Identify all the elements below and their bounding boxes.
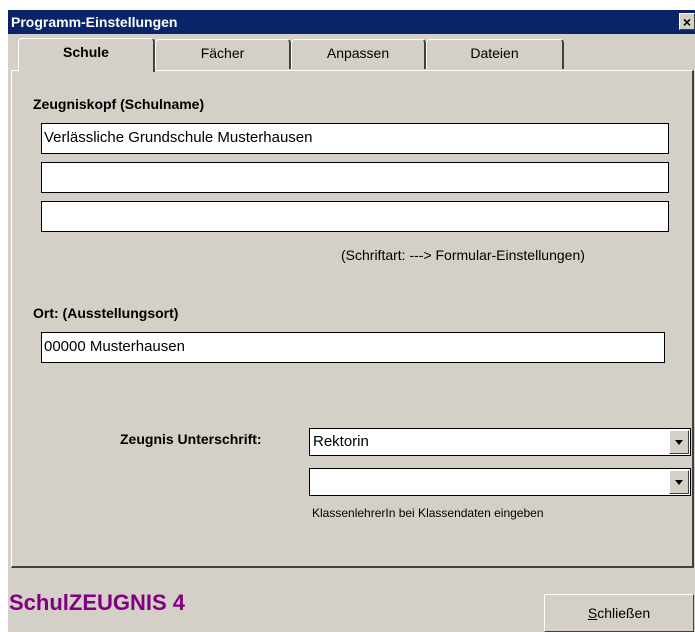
signature-hint: KlassenlehrerIn bei Klassendaten eingebe… [312, 506, 544, 520]
tab-faecher[interactable]: Fächer [155, 39, 291, 69]
signature-select-1[interactable]: Rektorin [309, 428, 691, 456]
tab-label: Schule [63, 44, 109, 60]
signature-label: Zeugnis Unterschrift: [120, 431, 262, 447]
window-title: Programm-Einstellungen [11, 14, 178, 30]
signature-select-2[interactable] [309, 468, 691, 496]
tab-label: Dateien [470, 45, 519, 61]
location-input[interactable]: 00000 Musterhausen [41, 332, 665, 363]
tab-label: Fächer [200, 45, 245, 61]
close-button-label: chließen [597, 605, 651, 621]
close-icon[interactable]: × [679, 13, 695, 30]
tab-dateien[interactable]: Dateien [426, 39, 564, 69]
school-name-line-1[interactable]: Verlässliche Grundschule Musterhausen [41, 123, 669, 154]
tab-schule[interactable]: Schule [18, 38, 155, 72]
school-name-line-3[interactable] [41, 201, 669, 232]
font-settings-hint: (Schriftart: ---> Formular-Einstellungen… [341, 247, 585, 263]
signature-select-1-value: Rektorin [313, 433, 369, 450]
close-button[interactable]: Schließen [544, 594, 694, 632]
chevron-down-icon[interactable] [669, 470, 689, 494]
tab-label: Anpassen [326, 45, 390, 61]
settings-window: Programm-Einstellungen × Schule Fächer A… [8, 10, 695, 632]
chevron-down-icon[interactable] [669, 430, 689, 454]
close-button-mnemonic: S [587, 605, 598, 621]
school-name-heading: Zeugniskopf (Schulname) [33, 96, 205, 112]
location-heading: Ort: (Ausstellungsort) [33, 305, 179, 321]
school-name-line-2[interactable] [41, 162, 669, 193]
tab-anpassen[interactable]: Anpassen [291, 39, 426, 69]
title-bar: Programm-Einstellungen × [8, 10, 695, 34]
app-brand: SchulZEUGNIS 4 [9, 590, 186, 615]
